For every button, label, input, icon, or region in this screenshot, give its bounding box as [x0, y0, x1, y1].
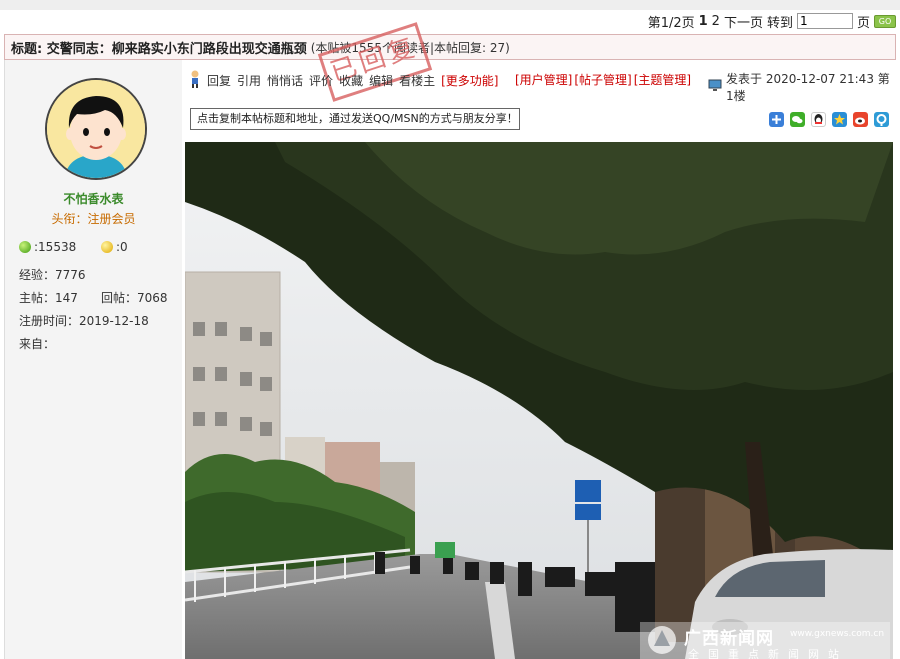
next-page-link[interactable]: 下一页: [724, 12, 763, 31]
reply-posts: 回帖：7068: [101, 291, 168, 305]
username[interactable]: 不怕香水表: [5, 190, 182, 207]
top-strip: [0, 0, 900, 10]
go-button[interactable]: GO: [874, 14, 896, 28]
page-1-link[interactable]: 1: [699, 14, 708, 29]
tencent-weibo-icon[interactable]: [874, 112, 889, 127]
watermark-subtitle: 全国重点新闻网站: [688, 648, 848, 659]
thread-title-bar: 标题: 交警同志：柳来路实小东门路段出现交通瓶颈 (本贴被1555个阅读者|本帖…: [4, 22, 896, 102]
main-posts: 主帖：147: [19, 291, 78, 305]
goto-label: 转到: [766, 15, 793, 31]
watermark-domain: www.gxnews.com.cn: [790, 629, 885, 639]
reply-link[interactable]: 回复: [207, 72, 231, 89]
experience: 经验：7776: [19, 268, 86, 282]
site-watermark: 广西新闻网 www.gxnews.com.cn 全国重点新闻网站: [640, 622, 890, 659]
post-body: 回复 引用 悄悄话 评价 收藏 编辑 看楼主 [更多功能] [用户管理] [帖子…: [181, 60, 896, 659]
share-copy-box[interactable]: 点击复制本帖标题和地址，通过发送QQ/MSN的方式与朋友分享！: [190, 108, 520, 130]
add-share-icon[interactable]: [769, 112, 784, 127]
avatar[interactable]: [45, 78, 147, 180]
user-manage-link[interactable]: [用户管理]: [515, 71, 572, 88]
edit-link[interactable]: 编辑: [369, 72, 393, 89]
only-author-link[interactable]: 看楼主: [399, 72, 435, 89]
green-points: :15538: [19, 240, 76, 254]
whisper-link[interactable]: 悄悄话: [267, 72, 303, 89]
page-unit-label: 页: [856, 15, 870, 31]
post-actions: 回复 引用 悄悄话 评价 收藏 编辑 看楼主 [更多功能]: [189, 70, 498, 91]
yellow-points: :0: [101, 240, 128, 254]
share-icons: [769, 112, 889, 127]
favorite-link[interactable]: 收藏: [339, 72, 363, 89]
monitor-icon: [708, 79, 722, 95]
post-timestamp: 发表于 2020-12-07 21:43 第1楼: [708, 70, 896, 104]
quote-link[interactable]: 引用: [237, 72, 261, 89]
pagination: 第1/2页 1 2 下一页 转到 页 GO: [647, 12, 896, 31]
green-points-value: 15538: [38, 240, 77, 254]
green-orb-icon: [19, 241, 31, 253]
more-functions-link[interactable]: [更多功能]: [441, 72, 498, 89]
goto-page-input[interactable]: [796, 13, 853, 29]
yellow-orb-icon: [101, 241, 113, 253]
user-icon: [189, 70, 201, 91]
posted-text: 发表于 2020-12-07 21:43 第1楼: [726, 72, 890, 103]
weibo-icon[interactable]: [853, 112, 868, 127]
page-info: 第1/2页: [647, 15, 695, 31]
rate-link[interactable]: 评价: [309, 72, 333, 89]
post-manage-link[interactable]: [帖子管理]: [574, 71, 631, 88]
post-photo: 广西新闻网 www.gxnews.com.cn 全国重点新闻网站: [185, 142, 893, 659]
register-date: 注册时间：2019-12-18: [19, 314, 149, 328]
wechat-icon[interactable]: [790, 112, 805, 127]
management-links: [用户管理] [帖子管理] [主题管理]: [515, 71, 691, 88]
user-rank: 头衔：注册会员: [51, 212, 136, 226]
yellow-points-value: 0: [120, 240, 128, 254]
user-from: 来自：: [19, 337, 56, 351]
qzone-star-icon[interactable]: [832, 112, 847, 127]
thread-title: 标题: 交警同志：柳来路实小东门路段出现交通瓶颈: [11, 41, 307, 57]
topic-manage-link[interactable]: [主题管理]: [634, 71, 691, 88]
user-profile-panel: 不怕香水表 头衔：注册会员 :15538 :0 经验：7776 主帖：147 回…: [4, 60, 182, 659]
page-2-link[interactable]: 2: [712, 14, 720, 29]
qq-icon[interactable]: [811, 112, 826, 127]
